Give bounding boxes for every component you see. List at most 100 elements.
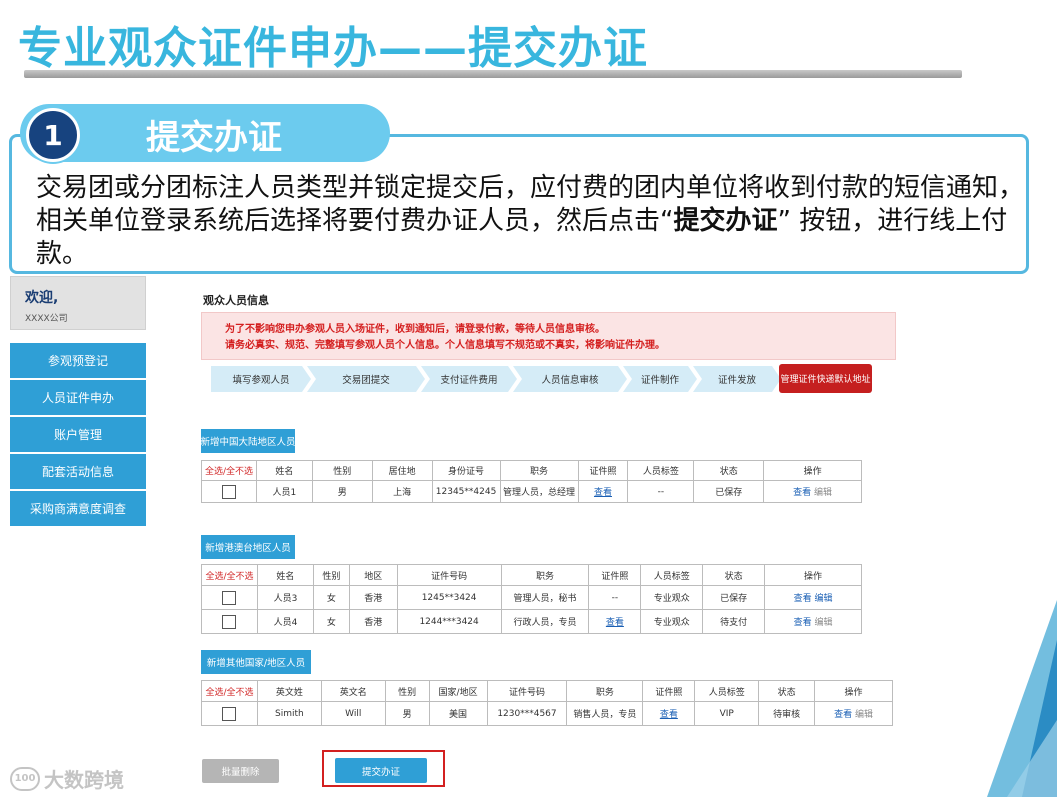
foreign-table: 全选/全不选 英文姓 英文名 性别 国家/地区 证件号码 职务 证件照 人员标签… <box>201 680 893 726</box>
column-header: 状态 <box>758 680 816 702</box>
step-fill-visitors: 填写参观人员 <box>211 366 311 392</box>
column-header: 证件照 <box>642 680 696 702</box>
watermark-text: 大数跨境 <box>44 768 124 792</box>
column-header: 英文名 <box>320 680 386 702</box>
corner-decoration <box>987 600 1057 797</box>
view-photo-link[interactable]: 查看 <box>594 488 612 498</box>
select-all-toggle[interactable]: 全选/全不选 <box>201 680 258 702</box>
title-underline <box>24 70 962 78</box>
row-checkbox[interactable] <box>222 614 237 629</box>
view-photo-link[interactable]: 查看 <box>660 710 678 720</box>
cell-gender: 女 <box>312 585 350 610</box>
step-info-review: 人员信息审核 <box>513 366 627 392</box>
column-header: 姓名 <box>255 460 313 481</box>
mainland-table: 全选/全不选 姓名 性别 居住地 身份证号 职务 证件照 人员标签 状态 操作 … <box>201 460 862 503</box>
column-header: 身份证号 <box>431 460 501 481</box>
column-header: 性别 <box>311 460 373 481</box>
column-header: 人员标签 <box>640 564 704 586</box>
cell-tag: 专业观众 <box>640 585 704 610</box>
column-header: 证件照 <box>588 564 642 586</box>
cell-tag: VIP <box>694 701 760 726</box>
row-checkbox[interactable] <box>221 484 236 499</box>
cell-position: 行政人员，专员 <box>500 609 590 634</box>
column-header: 证件照 <box>577 460 629 481</box>
cell-id: 1230***4567 <box>486 701 568 726</box>
welcome-panel: 欢迎, XXXX公司 <box>10 276 146 330</box>
cell-tag: 专业观众 <box>640 609 704 634</box>
cell-first-name: Will <box>320 701 386 726</box>
sidebar-item-preregistration[interactable]: 参观预登记 <box>10 343 146 378</box>
cell-name: 人员3 <box>256 585 314 610</box>
column-header: 居住地 <box>371 460 433 481</box>
column-header: 状态 <box>702 564 766 586</box>
step-title: 提交办证 <box>146 118 282 158</box>
batch-delete-button[interactable]: 批量删除 <box>202 759 279 783</box>
column-header: 状态 <box>693 460 765 481</box>
group-foreign-label[interactable]: 新增其他国家/地区人员 <box>201 650 311 674</box>
select-all-toggle[interactable]: 全选/全不选 <box>201 460 257 481</box>
cell-position: 管理人员，秘书 <box>500 585 590 610</box>
column-header: 姓名 <box>256 564 314 586</box>
submit-badge-button[interactable]: 提交办证 <box>335 758 427 783</box>
cell-status: 待支付 <box>702 609 766 634</box>
sidebar-item-events[interactable]: 配套活动信息 <box>10 454 146 489</box>
table-row: 人员3 女 香港 1245**3424 管理人员，秘书 -- 专业观众 已保存 … <box>201 585 862 610</box>
view-photo-link[interactable]: 查看 <box>606 618 624 628</box>
sidebar-item-survey[interactable]: 采购商满意度调查 <box>10 491 146 526</box>
row-checkbox[interactable] <box>222 590 237 605</box>
sidebar-item-account[interactable]: 账户管理 <box>10 417 146 452</box>
cell-id: 1245**3424 <box>396 585 502 610</box>
view-button[interactable]: 查看 <box>794 594 812 604</box>
column-header: 操作 <box>814 680 893 702</box>
company-name: XXXX公司 <box>25 314 68 324</box>
cell-gender: 男 <box>311 480 373 503</box>
step-badge-production: 证件制作 <box>623 366 697 392</box>
column-header: 证件号码 <box>486 680 568 702</box>
column-header: 操作 <box>764 564 862 586</box>
column-header: 国家/地区 <box>428 680 488 702</box>
cell-position: 管理人员，总经理 <box>499 480 579 503</box>
welcome-title: 欢迎, <box>25 290 59 306</box>
sidebar-item-badge-application[interactable]: 人员证件申办 <box>10 380 146 415</box>
cell-status: 已保存 <box>702 585 766 610</box>
row-checkbox[interactable] <box>222 706 237 721</box>
view-button[interactable]: 查看 <box>794 618 812 628</box>
view-button[interactable]: 查看 <box>834 710 852 720</box>
select-all-toggle[interactable]: 全选/全不选 <box>201 564 258 586</box>
notice-line: 为了不影响您申办参观人员入场证件，收到通知后，请登录付款，等待人员信息审核。 <box>225 324 605 335</box>
column-header: 人员标签 <box>627 460 695 481</box>
table-row: 人员4 女 香港 1244***3424 行政人员，专员 查看 专业观众 待支付… <box>201 609 862 634</box>
watermark-logo-icon: 100 <box>10 766 40 791</box>
watermark: 100 大数跨境 <box>10 764 124 793</box>
manage-delivery-address-button[interactable]: 管理证件快递默认地址 <box>779 364 872 393</box>
column-header: 证件号码 <box>396 564 502 586</box>
cell-gender: 女 <box>312 609 350 634</box>
cell-place: 上海 <box>371 480 433 503</box>
description-highlight: 提交办证 <box>673 206 778 236</box>
cell-position: 销售人员，专员 <box>566 701 644 726</box>
edit-button[interactable]: 编辑 <box>815 594 833 604</box>
column-header: 英文姓 <box>256 680 322 702</box>
view-button[interactable]: 查看 <box>793 488 811 498</box>
edit-button[interactable]: 编辑 <box>855 710 873 720</box>
hkmotw-table: 全选/全不选 姓名 性别 地区 证件号码 职务 证件照 人员标签 状态 操作 人… <box>201 564 862 634</box>
group-hkmotw-label[interactable]: 新增港澳台地区人员 <box>201 535 295 559</box>
cell-last-name: Simith <box>256 701 322 726</box>
cell-country: 美国 <box>428 701 488 726</box>
column-header: 人员标签 <box>694 680 760 702</box>
sidebar-menu: 参观预登记 人员证件申办 账户管理 配套活动信息 采购商满意度调查 <box>10 343 146 528</box>
table-row: Simith Will 男 美国 1230***4567 销售人员，专员 查看 … <box>201 701 893 726</box>
cell-status: 已保存 <box>693 480 765 503</box>
step-group-submit: 交易团提交 <box>307 366 425 392</box>
edit-button[interactable]: 编辑 <box>814 488 832 498</box>
cell-name: 人员4 <box>256 609 314 634</box>
cell-photo: -- <box>588 585 642 610</box>
column-header: 职务 <box>499 460 579 481</box>
cell-status: 待审核 <box>758 701 816 726</box>
group-mainland-label[interactable]: 新增中国大陆地区人员 <box>201 429 296 453</box>
notice-line: 请务必真实、规范、完整填写参观人员个人信息。个人信息填写不规范或不真实，将影响证… <box>225 340 665 351</box>
step-badge-issue: 证件发放 <box>693 366 781 392</box>
column-header: 操作 <box>763 460 862 481</box>
edit-button[interactable]: 编辑 <box>815 618 833 628</box>
column-header: 职务 <box>500 564 590 586</box>
